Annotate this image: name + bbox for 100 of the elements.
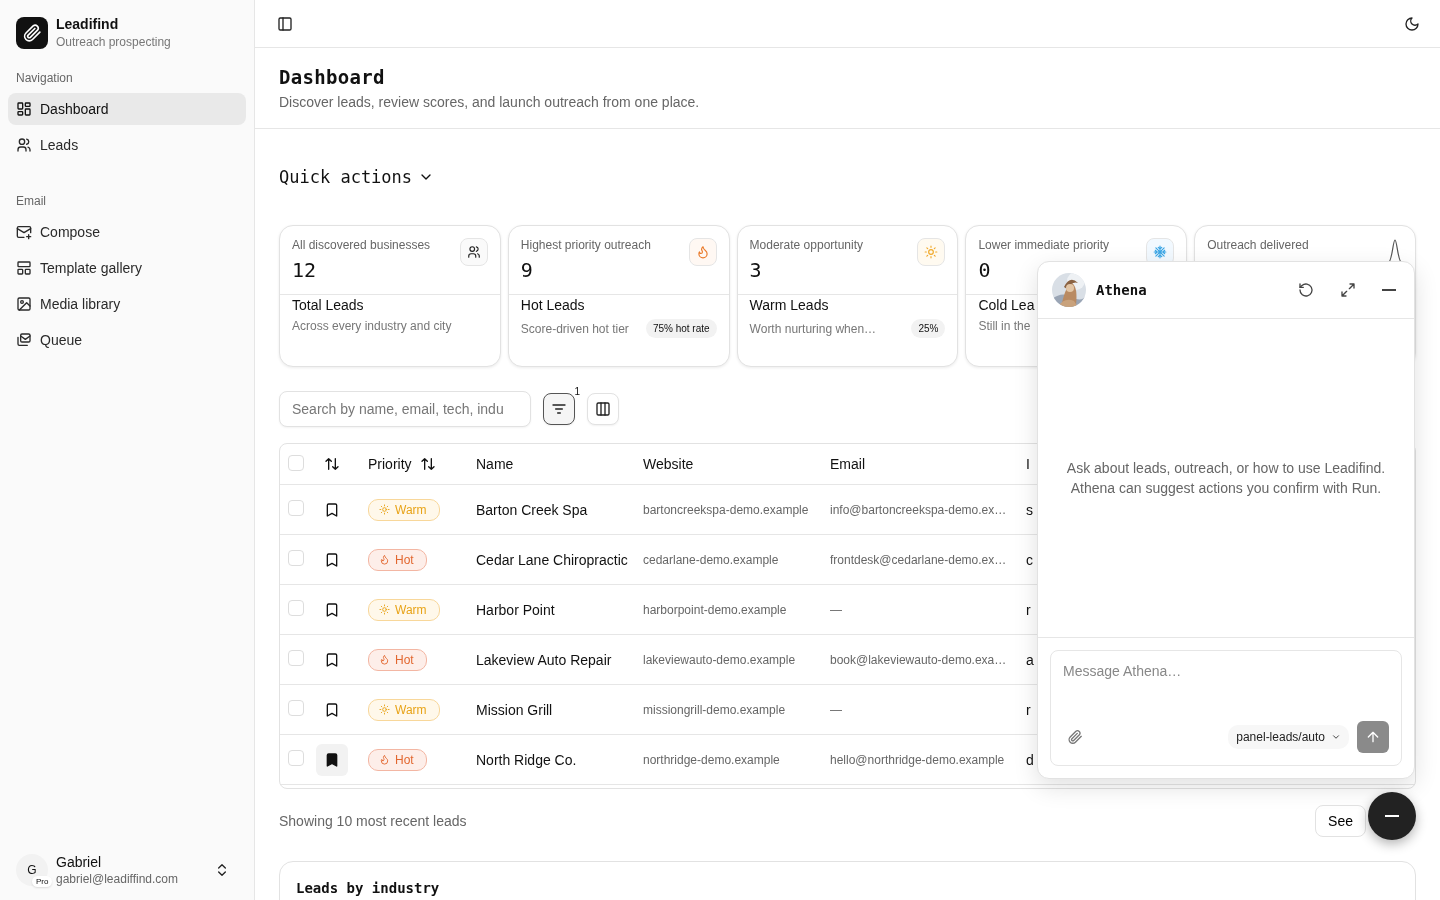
table-cell-text: r bbox=[1026, 701, 1032, 718]
priority-badge: Warm bbox=[368, 598, 440, 621]
bookmark-icon bbox=[324, 751, 340, 768]
row-checkbox[interactable] bbox=[288, 750, 304, 766]
row-checkbox[interactable] bbox=[288, 500, 304, 516]
moon-icon bbox=[1404, 15, 1420, 32]
table-cell-text: d bbox=[1026, 751, 1035, 768]
message-field[interactable]: Message Athena… panel-leads/auto bbox=[1050, 650, 1402, 766]
assistant-intro: Ask about leads, outreach, or how to use Leadifind. Athena can suggest actions you confirm with Run. bbox=[1065, 459, 1387, 498]
sort-icon bbox=[419, 456, 436, 472]
select-all-checkbox[interactable] bbox=[288, 454, 304, 471]
assistant-name: Athena bbox=[1096, 282, 1148, 298]
filter-count: 1 bbox=[574, 386, 580, 397]
bookmark-icon bbox=[324, 601, 340, 618]
table-cell-text: lakeviewauto-demo.example bbox=[643, 652, 797, 667]
column-header: Email bbox=[830, 456, 865, 472]
sidebar-item[interactable]: Leads bbox=[8, 129, 246, 161]
paperclip-icon bbox=[1067, 729, 1083, 745]
page-title: Dashboard bbox=[279, 66, 386, 88]
priority-badge: Hot bbox=[368, 548, 427, 571]
table-cell-text: s bbox=[1026, 501, 1034, 518]
stat-description: Still in the bbox=[978, 319, 1031, 333]
row-checkbox[interactable] bbox=[288, 600, 304, 616]
stat-title: Hot Leads bbox=[520, 297, 586, 313]
table-cell-text: cedarlane-demo.example bbox=[643, 552, 780, 567]
priority-badge: Warm bbox=[368, 498, 440, 521]
table-cell-text: North Ridge Co. bbox=[476, 751, 578, 768]
table-cell-text: r bbox=[1026, 601, 1032, 618]
search-field[interactable]: Search by name, email, tech, indu bbox=[279, 391, 531, 427]
table-cell-text: northridge-demo.example bbox=[643, 752, 781, 767]
column-header: Website bbox=[643, 456, 694, 472]
stat-value: 0 bbox=[978, 258, 992, 282]
stat-badge: 25% bbox=[911, 319, 946, 338]
sun-icon bbox=[379, 704, 390, 715]
user-name: Gabriel bbox=[56, 854, 103, 870]
app-tagline: Outreach prospecting bbox=[56, 35, 171, 49]
table-cell-text: a bbox=[1026, 651, 1035, 668]
row-checkbox[interactable] bbox=[288, 550, 304, 566]
table-cell-text: missiongrill-demo.example bbox=[643, 702, 787, 717]
flame-icon bbox=[379, 554, 390, 565]
table-cell-text: c bbox=[1026, 551, 1034, 568]
table-cell-text: frontdesk@cedarlane-demo.ex… bbox=[830, 552, 1008, 567]
stat-description: Worth nurturing when… bbox=[749, 321, 877, 336]
stat-title: Total Leads bbox=[292, 297, 365, 313]
table-cell-text: info@bartoncreekspa-demo.ex… bbox=[830, 502, 1008, 517]
stat-description: Score-driven hot tier bbox=[520, 321, 629, 336]
sidebar-item[interactable]: Dashboard bbox=[8, 93, 246, 125]
flame-icon bbox=[379, 754, 390, 765]
columns-icon bbox=[595, 401, 611, 417]
sidebar-item[interactable]: Media library bbox=[8, 288, 246, 320]
stat-label: Outreach delivered bbox=[1207, 238, 1309, 252]
table-footer-note: Showing 10 most recent leads bbox=[279, 813, 467, 829]
arrow-up-icon bbox=[1365, 729, 1381, 745]
see-all-button[interactable]: See bbox=[1315, 805, 1366, 837]
assistant-toggle-button[interactable] bbox=[1368, 792, 1416, 840]
sidebar-item[interactable]: Compose bbox=[8, 216, 246, 248]
table-cell-text: book@lakeviewauto-demo.exa… bbox=[830, 652, 1008, 667]
group-label: Navigation bbox=[15, 71, 74, 85]
table-cell-text: Lakeview Auto Repair bbox=[476, 651, 613, 668]
row-checkbox[interactable] bbox=[288, 700, 304, 716]
image-icon bbox=[16, 296, 32, 312]
columns-button[interactable] bbox=[587, 393, 619, 425]
mail-plus-icon bbox=[16, 224, 32, 240]
dashboard-icon bbox=[16, 101, 32, 117]
stat-title: Warm Leads bbox=[749, 297, 830, 313]
stat-title: Cold Lea bbox=[978, 297, 1036, 313]
model-selector[interactable]: panel-leads/auto bbox=[1228, 725, 1349, 749]
table-cell-text: — bbox=[830, 602, 843, 617]
table-cell-text: Harbor Point bbox=[476, 601, 556, 618]
bookmark-button[interactable] bbox=[316, 743, 348, 776]
filter-button[interactable] bbox=[543, 393, 575, 425]
column-header: I bbox=[1026, 456, 1030, 472]
sun-icon bbox=[379, 504, 390, 515]
sidebar-item[interactable]: Template gallery bbox=[8, 252, 246, 284]
bookmark-icon bbox=[324, 701, 340, 718]
quick-actions-toggle[interactable]: Quick actions bbox=[279, 153, 435, 201]
users-icon bbox=[466, 245, 481, 259]
filter-icon bbox=[551, 401, 567, 417]
stat-value: 9 bbox=[520, 258, 534, 282]
expand-icon bbox=[1340, 282, 1356, 298]
sun-icon bbox=[924, 245, 939, 259]
flame-icon bbox=[695, 245, 710, 259]
sun-icon bbox=[379, 604, 390, 615]
chevron-down-icon bbox=[1331, 732, 1341, 742]
row-checkbox[interactable] bbox=[288, 650, 304, 666]
stat-label: Lower immediate priority bbox=[978, 238, 1110, 252]
table-cell-text: Barton Creek Spa bbox=[476, 501, 589, 518]
user-email: gabriel@leadiffind.com bbox=[56, 872, 179, 886]
paperclip-icon bbox=[22, 22, 42, 43]
page-subtitle: Discover leads, review scores, and launch outreach from one place. bbox=[279, 94, 701, 110]
send-button[interactable] bbox=[1357, 721, 1389, 753]
table-cell-text: bartoncreekspa-demo.example bbox=[643, 502, 810, 517]
group-label: Email bbox=[15, 194, 47, 208]
flame-icon bbox=[379, 654, 390, 665]
plan-badge: Pro bbox=[32, 876, 53, 887]
minus-icon bbox=[1382, 289, 1396, 291]
stat-value: 12 bbox=[292, 258, 318, 282]
priority-badge: Warm bbox=[368, 698, 440, 721]
sidebar-item[interactable]: Queue bbox=[8, 324, 246, 356]
column-header[interactable]: Priority bbox=[368, 456, 412, 472]
